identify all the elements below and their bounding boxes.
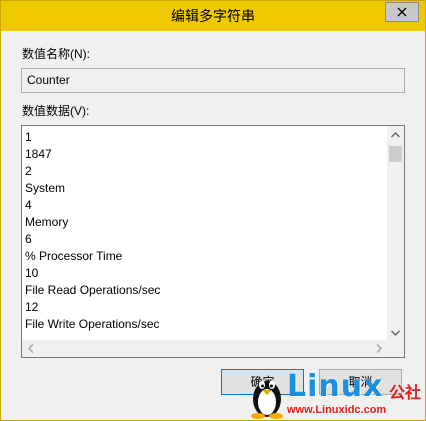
- value-data-textarea[interactable]: 1 1847 2 System 4 Memory 6% Processor Time 10 Fi…: [21, 125, 405, 358]
- scroll-down-button[interactable]: [387, 324, 404, 341]
- horizontal-scrollbar[interactable]: [22, 340, 387, 357]
- value-data-line[interactable]: 2: [25, 163, 387, 180]
- vertical-scrollbar[interactable]: [387, 126, 404, 341]
- value-name-field[interactable]: Counter: [21, 68, 405, 93]
- vertical-scroll-thumb[interactable]: [389, 146, 402, 162]
- value-data-line[interactable]: 1: [25, 129, 387, 146]
- scroll-up-button[interactable]: [387, 126, 404, 143]
- scroll-left-button[interactable]: [22, 340, 39, 357]
- value-data-line[interactable]: 10: [25, 265, 387, 282]
- watermark-brand: Linux: [287, 369, 384, 404]
- value-data-line[interactable]: % Processor Time: [25, 248, 387, 265]
- value-data-line[interactable]: 6: [25, 231, 387, 248]
- chevron-down-icon: [391, 330, 400, 336]
- scroll-right-button[interactable]: [370, 340, 387, 357]
- chevron-up-icon: [391, 131, 400, 137]
- chevron-left-icon: [27, 344, 33, 353]
- value-data-line[interactable]: File Write Operations/sec: [25, 316, 387, 333]
- watermark-url: www.Linuxidc.com: [287, 404, 387, 416]
- title-bar[interactable]: 编辑多字符串: [1, 1, 425, 31]
- chevron-right-icon: [376, 344, 382, 353]
- watermark-brand-cn: 公社: [389, 385, 422, 402]
- value-data-line[interactable]: 4: [25, 197, 387, 214]
- value-data-lines[interactable]: 1 1847 2 System 4 Memory 6% Processor Time 10 Fi…: [25, 129, 387, 341]
- tux-penguin-icon: [251, 381, 283, 419]
- window-title: 编辑多字符串: [171, 8, 255, 24]
- close-button[interactable]: [385, 2, 419, 22]
- close-icon: [397, 7, 407, 17]
- edit-multi-string-dialog: 编辑多字符串 数值名称(N): Counter 数值数据(V): 1 1847 2 S…: [0, 0, 426, 421]
- value-data-line[interactable]: System: [25, 180, 387, 197]
- linuxidc-watermark: Linux 公社 www.Linuxidc.com: [249, 369, 425, 421]
- value-data-line[interactable]: 12: [25, 299, 387, 316]
- value-data-line[interactable]: File Read Operations/sec: [25, 282, 387, 299]
- value-data-line[interactable]: 1847: [25, 146, 387, 163]
- value-data-line[interactable]: Memory: [25, 214, 387, 231]
- scrollbar-corner: [387, 340, 404, 357]
- value-data-label: 数值数据(V):: [22, 104, 90, 118]
- value-name-label: 数值名称(N):: [22, 47, 90, 61]
